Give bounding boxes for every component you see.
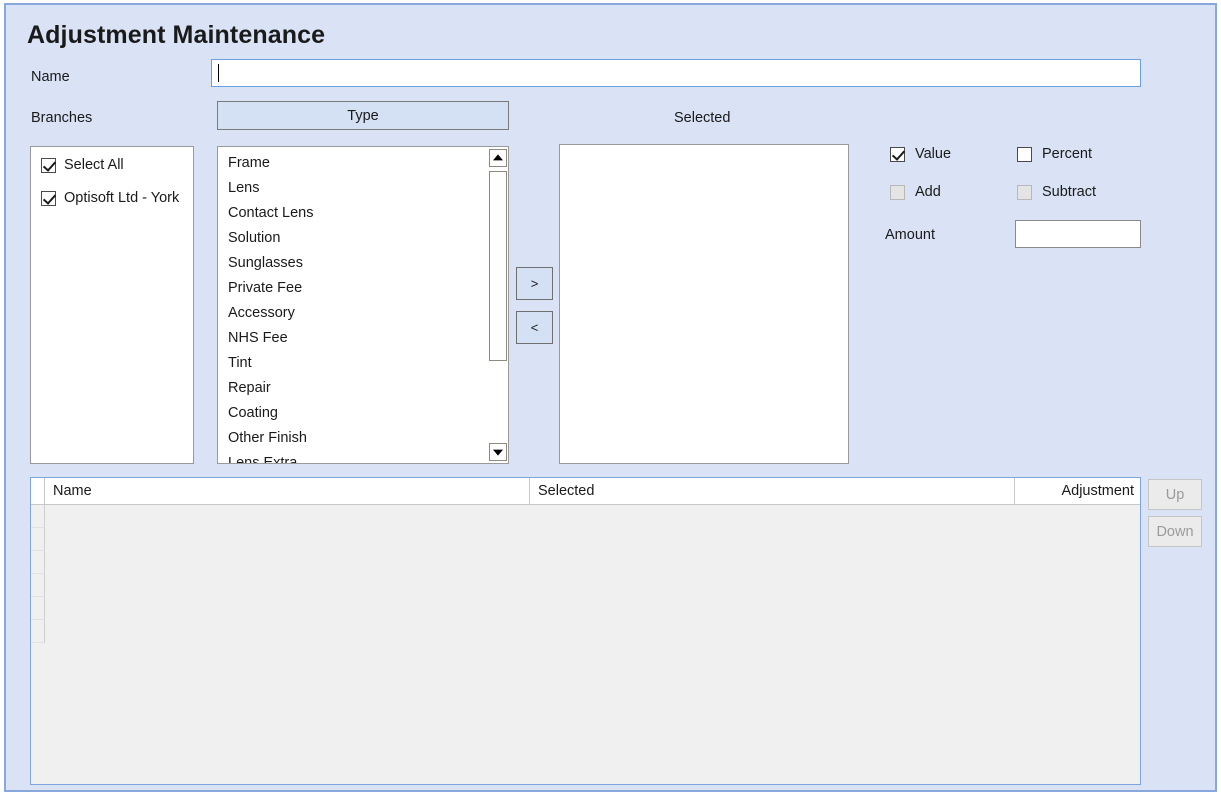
checkbox-icon[interactable] — [1017, 146, 1032, 162]
text-caret — [218, 64, 219, 82]
option-value-label: Value — [915, 146, 952, 162]
type-button[interactable]: Type — [217, 101, 509, 130]
grid-header-row: Name Selected Adjustment — [31, 478, 1140, 505]
scroll-down-button[interactable] — [489, 443, 507, 461]
move-up-button[interactable]: Up — [1148, 479, 1202, 510]
type-listbox[interactable]: Frame Lens Contact Lens Solution Sunglas… — [217, 146, 509, 464]
list-item[interactable]: Frame — [218, 151, 486, 176]
grid-row-header[interactable] — [31, 528, 45, 551]
move-right-button[interactable]: > — [516, 267, 553, 300]
branches-label: Branches — [31, 110, 93, 126]
option-add: Add — [890, 184, 941, 200]
list-item[interactable]: Contact Lens — [218, 201, 486, 226]
option-percent[interactable]: Percent — [1017, 146, 1092, 162]
list-item[interactable]: NHS Fee — [218, 326, 486, 351]
list-item[interactable]: Private Fee — [218, 276, 486, 301]
grid-row-header[interactable] — [31, 574, 45, 597]
adjustment-maintenance-window: Adjustment Maintenance Name Branches Typ… — [4, 3, 1217, 792]
grid-row-header[interactable] — [31, 505, 45, 528]
triangle-down-icon — [493, 449, 503, 456]
grid-body — [31, 505, 1140, 784]
amount-input[interactable] — [1015, 220, 1141, 248]
list-item[interactable]: Other Finish — [218, 426, 486, 451]
list-item[interactable]: Lens — [218, 176, 486, 201]
grid-header-corner — [31, 478, 45, 504]
grid-column-header-selected[interactable]: Selected — [530, 478, 1015, 504]
grid-row-header[interactable] — [31, 597, 45, 620]
list-item[interactable]: Accessory — [218, 301, 486, 326]
option-value[interactable]: Value — [890, 146, 951, 162]
triangle-up-icon — [493, 154, 503, 161]
grid-column-header-adjustment[interactable]: Adjustment — [1015, 478, 1140, 504]
adjustments-grid: Name Selected Adjustment — [30, 477, 1141, 785]
option-add-label: Add — [915, 184, 941, 200]
name-label: Name — [31, 69, 70, 85]
branch-item-select-all[interactable]: Select All — [41, 157, 124, 173]
checkbox-icon — [1017, 184, 1032, 200]
list-item[interactable]: Tint — [218, 351, 486, 376]
checkbox-icon — [890, 184, 905, 200]
branch-item-optisoft-ltd-york[interactable]: Optisoft Ltd - York — [41, 190, 179, 206]
option-percent-label: Percent — [1042, 146, 1092, 162]
list-item[interactable]: Solution — [218, 226, 486, 251]
scrollbar-thumb[interactable] — [489, 171, 507, 361]
name-input[interactable] — [211, 59, 1141, 87]
option-subtract: Subtract — [1017, 184, 1096, 200]
selected-listbox[interactable] — [559, 144, 849, 464]
list-item[interactable]: Repair — [218, 376, 486, 401]
branch-item-label: Select All — [64, 157, 124, 173]
amount-label: Amount — [885, 227, 935, 243]
grid-row-gutter — [31, 505, 45, 643]
option-subtract-label: Subtract — [1042, 184, 1096, 200]
type-listbox-items: Frame Lens Contact Lens Solution Sunglas… — [218, 151, 486, 463]
move-down-button[interactable]: Down — [1148, 516, 1202, 547]
page-title: Adjustment Maintenance — [27, 21, 326, 49]
checkbox-icon[interactable] — [41, 157, 56, 173]
list-item[interactable]: Coating — [218, 401, 486, 426]
selected-label: Selected — [674, 110, 731, 126]
type-listbox-scrollbar[interactable] — [486, 147, 508, 463]
list-item[interactable]: Lens Extra — [218, 451, 486, 463]
grid-column-header-name[interactable]: Name — [45, 478, 530, 504]
checkbox-icon[interactable] — [890, 146, 905, 162]
list-item[interactable]: Sunglasses — [218, 251, 486, 276]
scroll-up-button[interactable] — [489, 149, 507, 167]
move-left-button[interactable]: < — [516, 311, 553, 344]
grid-row-header[interactable] — [31, 551, 45, 574]
checkbox-icon[interactable] — [41, 190, 56, 206]
branch-item-label: Optisoft Ltd - York — [64, 190, 180, 206]
branches-panel: Select All Optisoft Ltd - York — [30, 146, 194, 464]
grid-row-header[interactable] — [31, 620, 45, 643]
